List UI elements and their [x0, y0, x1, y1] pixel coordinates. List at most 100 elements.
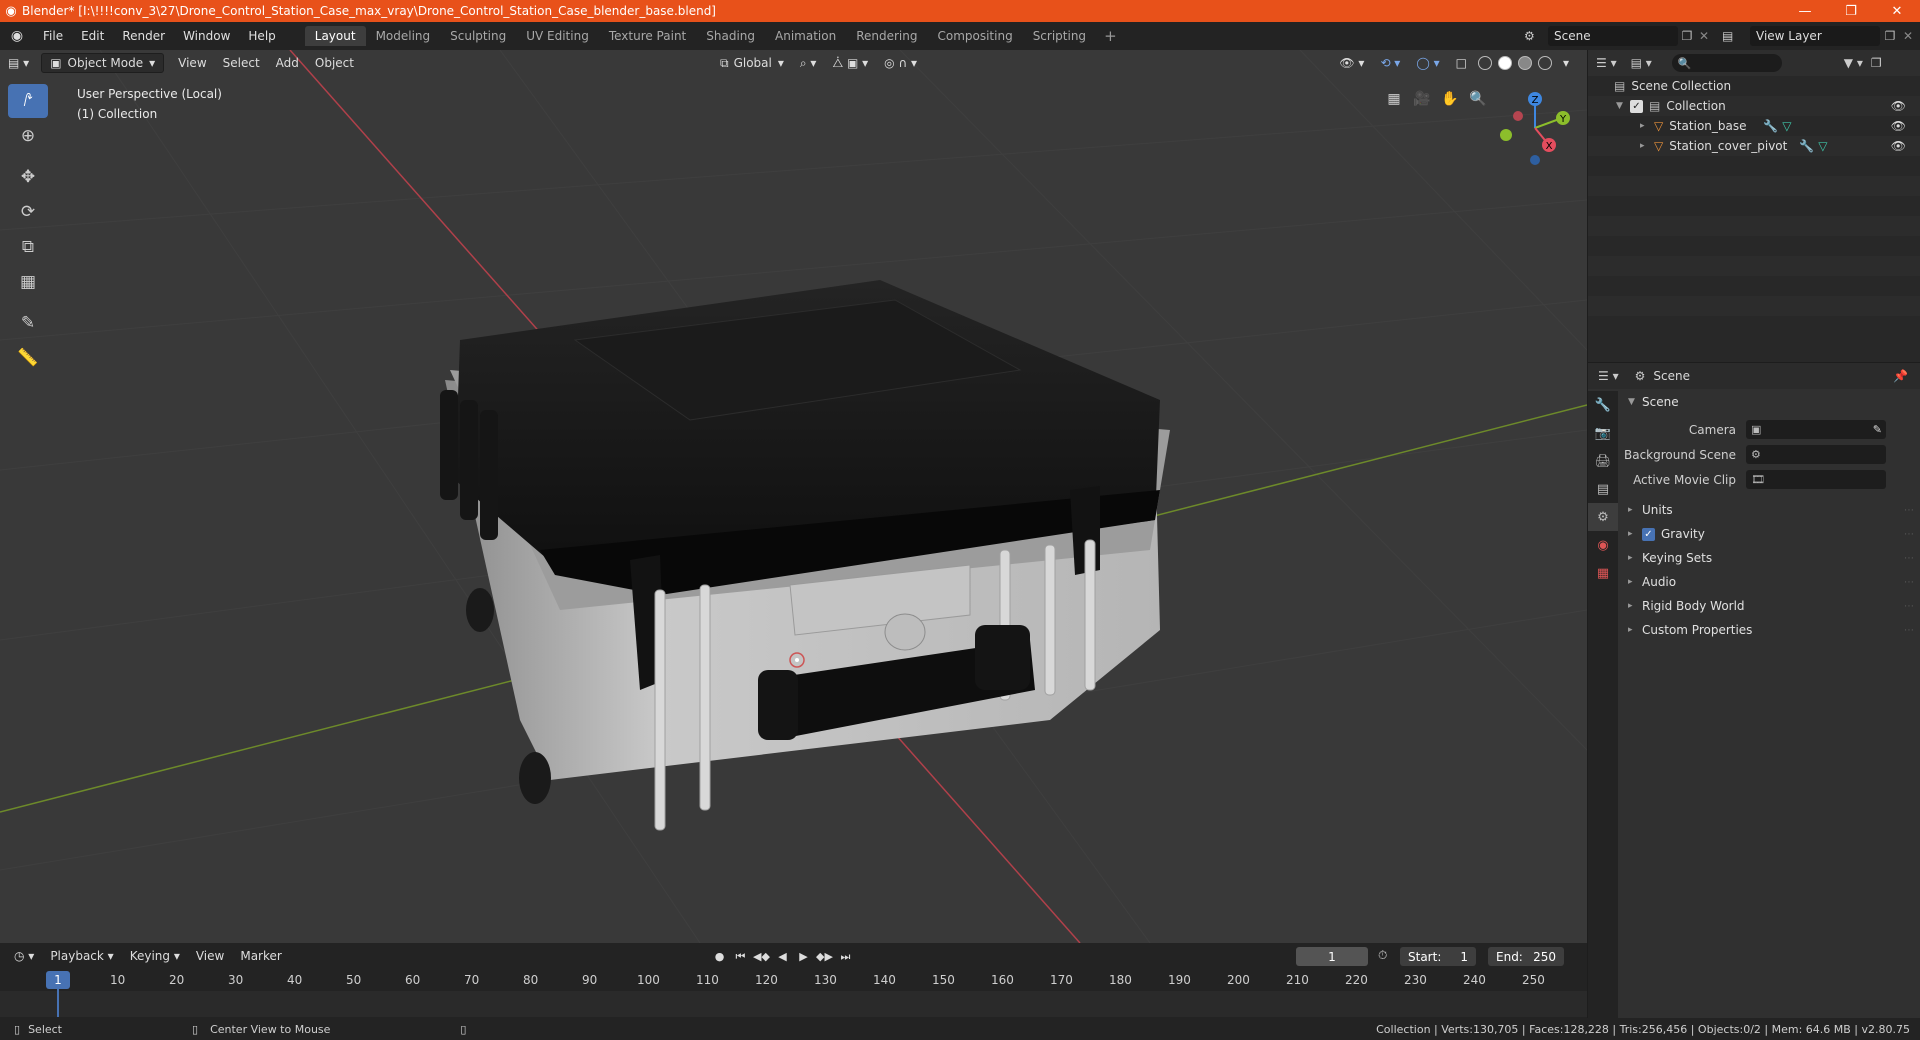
active-movie-clip-field[interactable]: 🎞	[1746, 470, 1886, 489]
viewport-menu-object[interactable]: Object	[307, 53, 362, 73]
proportional-edit-icon[interactable]: ◎ ∩ ▾	[876, 53, 925, 73]
navigation-gizmo[interactable]: Z Y X	[1498, 88, 1578, 168]
expand-triangle-icon[interactable]: ▸	[1628, 625, 1642, 635]
add-workspace-icon[interactable]: +	[1096, 27, 1125, 45]
audio-panel-header[interactable]: ▸ Audio ⋯	[1622, 570, 1918, 594]
outliner-row-scene-collection[interactable]: ▤ Scene Collection	[1588, 76, 1920, 96]
view-layer-name-field[interactable]: View Layer	[1750, 26, 1880, 46]
menu-render[interactable]: Render	[113, 29, 174, 43]
record-icon[interactable]: ●	[710, 947, 729, 966]
tab-scripting[interactable]: Scripting	[1023, 26, 1096, 46]
outliner-row-object[interactable]: ▸ ▽ Station_base 🔧 ▽ 👁	[1588, 116, 1920, 136]
playhead-line[interactable]	[57, 989, 59, 1017]
drag-handle-icon[interactable]: ⋯	[1904, 553, 1914, 564]
playhead-frame[interactable]: 1	[46, 971, 70, 989]
outliner-row-object[interactable]: ▸ ▽ Station_cover_pivot 🔧 ▽ 👁	[1588, 136, 1920, 156]
expand-triangle-icon[interactable]: ▼	[1616, 101, 1630, 111]
drag-handle-icon[interactable]: ⋯	[1904, 505, 1914, 516]
view-layer-selector[interactable]: ▤ View Layer ❐ ✕	[1722, 25, 1917, 47]
new-view-layer-icon[interactable]: ❐	[1880, 29, 1900, 43]
filter-icon[interactable]: ▼ ▾	[1844, 56, 1863, 70]
tab-layout[interactable]: Layout	[304, 26, 366, 46]
display-mode-icon[interactable]: ▤ ▾	[1631, 56, 1652, 70]
scale-tool-icon[interactable]: ⧉	[8, 230, 48, 264]
units-panel-header[interactable]: ▸ Units ⋯	[1622, 498, 1918, 522]
mesh-data-icon[interactable]: ▽	[1782, 119, 1791, 133]
end-frame-field[interactable]: End: 250	[1488, 947, 1564, 966]
camera-field[interactable]: ▣ ✎	[1746, 420, 1886, 439]
world-tab-icon[interactable]: ◉	[1588, 531, 1618, 559]
drag-handle-icon[interactable]: ⋯	[1904, 625, 1914, 636]
viewport-menu-select[interactable]: Select	[215, 53, 268, 73]
rigid-body-world-panel-header[interactable]: ▸ Rigid Body World ⋯	[1622, 594, 1918, 618]
tab-shading[interactable]: Shading	[696, 26, 765, 46]
gravity-checkbox[interactable]: ✓	[1642, 527, 1655, 541]
jump-start-icon[interactable]: ⏮	[731, 947, 750, 966]
camera-view-icon[interactable]: 🎥	[1408, 86, 1436, 112]
wireframe-shading-icon[interactable]	[1477, 56, 1492, 70]
remove-scene-icon[interactable]: ✕	[1696, 29, 1712, 43]
tab-animation[interactable]: Animation	[765, 26, 846, 46]
new-collection-icon[interactable]: ❐	[1871, 56, 1882, 70]
render-tab-icon[interactable]: 📷	[1588, 419, 1618, 447]
annotate-tool-icon[interactable]: ✎	[8, 306, 48, 340]
timeline-editor[interactable]: ◷ ▾ Playback ▾ Keying ▾ View Marker ● ⏮ …	[0, 943, 1587, 1028]
scene-selector[interactable]: ⚙ Scene ❐ ✕	[1524, 25, 1714, 47]
menu-help[interactable]: Help	[239, 29, 284, 43]
tab-sculpting[interactable]: Sculpting	[440, 26, 516, 46]
transform-tool-icon[interactable]: ▦	[8, 265, 48, 299]
modifier-wrench-icon[interactable]: 🔧	[1763, 119, 1778, 133]
jump-end-icon[interactable]: ⏭	[836, 947, 855, 966]
xray-icon[interactable]: □	[1448, 53, 1475, 73]
custom-properties-panel-header[interactable]: ▸ Custom Properties ⋯	[1622, 618, 1918, 642]
toggle-perspective-icon[interactable]: ▦	[1380, 86, 1408, 112]
visibility-eye-icon[interactable]: 👁	[1891, 99, 1906, 113]
outliner-editor-type-icon[interactable]: ☰ ▾	[1596, 56, 1617, 70]
snap-icon[interactable]: ⧊ ▣ ▾	[824, 53, 876, 73]
minimize-button[interactable]: —	[1782, 4, 1828, 19]
keying-sets-panel-header[interactable]: ▸ Keying Sets ⋯	[1622, 546, 1918, 570]
outliner[interactable]: ☰ ▾ ▤ ▾ 🔍 ▼ ▾ ❐ ▤ Scene Collection ▼ ✓ ▤…	[1588, 50, 1920, 362]
scene-name-field[interactable]: Scene	[1548, 26, 1678, 46]
eyedropper-icon[interactable]: ✎	[1873, 423, 1882, 436]
scene-panel-header[interactable]: ▼ Scene	[1622, 391, 1918, 413]
blender-menu-icon[interactable]: ◉	[0, 28, 34, 44]
play-icon[interactable]: ▶	[794, 947, 813, 966]
timeline-track[interactable]	[0, 991, 1587, 1017]
drag-handle-icon[interactable]: ⋯	[1904, 601, 1914, 612]
transform-orientation-selector[interactable]: ⧉ Global ▾	[712, 53, 792, 73]
visibility-icon[interactable]: 👁 ▾	[1331, 53, 1372, 73]
tool-settings-tab-icon[interactable]: 🔧	[1588, 391, 1618, 419]
expand-triangle-icon[interactable]: ▸	[1628, 553, 1642, 563]
editor-type-icon[interactable]: ▤ ▾	[0, 53, 37, 73]
tab-modeling[interactable]: Modeling	[366, 26, 441, 46]
timeline-menu-keying[interactable]: Keying ▾	[122, 946, 188, 966]
shading-options-icon[interactable]: ▾	[1555, 53, 1577, 73]
current-frame-field[interactable]: 1	[1296, 947, 1368, 966]
menu-window[interactable]: Window	[174, 29, 239, 43]
timeline-menu-marker[interactable]: Marker	[232, 946, 289, 966]
start-frame-field[interactable]: Start: 1	[1400, 947, 1476, 966]
background-scene-field[interactable]: ⚙	[1746, 445, 1886, 464]
output-tab-icon[interactable]: 🖨	[1588, 447, 1618, 475]
tab-compositing[interactable]: Compositing	[927, 26, 1022, 46]
mesh-data-icon[interactable]: ▽	[1818, 139, 1827, 153]
properties-editor[interactable]: ☰ ▾ ⚙ Scene 📌 🔧 📷 🖨 ▤ ⚙ ◉ ▦ ▼ Scene Came…	[1588, 363, 1920, 1018]
visibility-eye-icon[interactable]: 👁	[1891, 139, 1906, 153]
3d-viewport[interactable]: ▤ ▾ ▣ Object Mode ▾ View Select Add Obje…	[0, 50, 1587, 943]
expand-triangle-icon[interactable]: ▸	[1640, 141, 1654, 151]
prev-keyframe-icon[interactable]: ◀◆	[752, 947, 771, 966]
new-scene-icon[interactable]: ❐	[1678, 29, 1696, 43]
measure-tool-icon[interactable]: 📏	[8, 341, 48, 375]
menu-file[interactable]: File	[34, 29, 72, 43]
select-box-tool-icon[interactable]: ⭚	[8, 84, 48, 118]
expand-triangle-icon[interactable]: ▸	[1628, 577, 1642, 587]
drag-handle-icon[interactable]: ⋯	[1904, 577, 1914, 588]
frame-ruler[interactable]: 10 20 30 40 50 60 70 80 90 100 110 120 1…	[10, 973, 1580, 991]
viewport-menu-add[interactable]: Add	[268, 53, 307, 73]
pin-icon[interactable]: 📌	[1893, 369, 1908, 383]
next-keyframe-icon[interactable]: ◆▶	[815, 947, 834, 966]
cursor-tool-icon[interactable]: ⊕	[8, 119, 48, 153]
gravity-panel-header[interactable]: ▸ ✓ Gravity ⋯	[1622, 522, 1918, 546]
scene-tab-icon[interactable]: ⚙	[1588, 503, 1618, 531]
